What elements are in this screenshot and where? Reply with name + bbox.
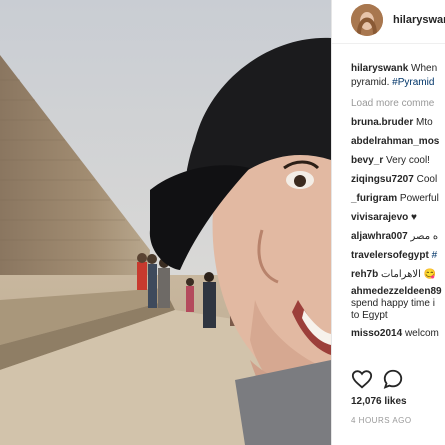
comment-item: ahmedezzeldeen89 spend happy time i to E… [351,286,445,322]
comment-username[interactable]: bevy_r [351,155,383,166]
comment-username[interactable]: aljawhra007 [351,231,408,242]
comment-text: Very cool! [386,155,430,166]
avatar-image [351,4,383,36]
comment-item: _furigram Powerful [351,191,445,206]
comment-text: الاهرامات 😋 [381,269,437,280]
comment-item: reh7b الاهرامات 😋 [351,267,445,282]
avatar[interactable] [351,4,383,36]
comment-item: aljawhra007 ه مصر [351,229,445,244]
comment-username[interactable]: bruna.bruder [351,117,413,128]
comment-text: Cool [416,174,438,185]
comment-hashtag[interactable]: # [432,250,438,261]
header-username[interactable]: hilaryswank [393,14,445,26]
comment-item: misso2014 welcom [351,326,445,341]
comment-username[interactable]: _furigram [351,193,397,204]
post-caption: hilaryswank When pyramid. #Pyramid [351,62,445,90]
comment-text: welcom [404,328,439,339]
comment-username[interactable]: ahmedezzeldeen89 [351,286,442,297]
comment-text: ه مصر [410,231,439,242]
comment-text-line: to Egypt [351,310,388,321]
post-header: hilaryswank [332,0,445,42]
comment-username[interactable]: misso2014 [351,328,402,339]
post-side-panel: hilaryswank hilaryswank When pyramid. #P… [331,0,445,445]
divider [332,43,445,44]
comment-text: Powerful [399,193,439,204]
heart-icon[interactable] [351,368,373,390]
caption-text: When [411,63,438,74]
caption-hashtag[interactable]: #Pyramid [392,77,434,88]
load-more-comments-link[interactable]: Load more comme [351,96,445,111]
comment-icon[interactable] [382,368,404,390]
selfie-pyramid-image [0,0,331,445]
comment-item: bruna.bruder Mto [351,115,445,130]
post-timestamp[interactable]: 4 HOURS AGO [351,416,412,425]
comment-username[interactable]: travelersofegypt [351,250,429,261]
comment-text: ♥ [411,212,417,223]
comment-text: Mto [416,117,433,128]
post-actions [351,368,431,390]
comment-username[interactable]: vivisarajevo [351,212,408,223]
comment-item: bevy_r Very cool! [351,153,445,168]
comment-username[interactable]: reh7b [351,269,378,280]
comment-item: ziqingsu7207 Cool [351,172,445,187]
caption-username[interactable]: hilaryswank [351,63,408,74]
caption-text-line2: pyramid. [351,77,390,88]
comment-text-line: spend happy time i [351,298,435,309]
comment-username[interactable]: ziqingsu7207 [351,174,414,185]
comment-item: travelersofegypt # [351,248,445,263]
likes-count[interactable]: 12,076 likes [351,396,407,407]
comment-item: abdelrahman_mos [351,134,445,149]
comment-item: vivisarajevo ♥ [351,210,445,225]
post-photo[interactable] [0,0,331,445]
comments-list: hilaryswank When pyramid. #Pyramid Load … [351,62,445,345]
comment-username[interactable]: abdelrahman_mos [351,136,439,147]
